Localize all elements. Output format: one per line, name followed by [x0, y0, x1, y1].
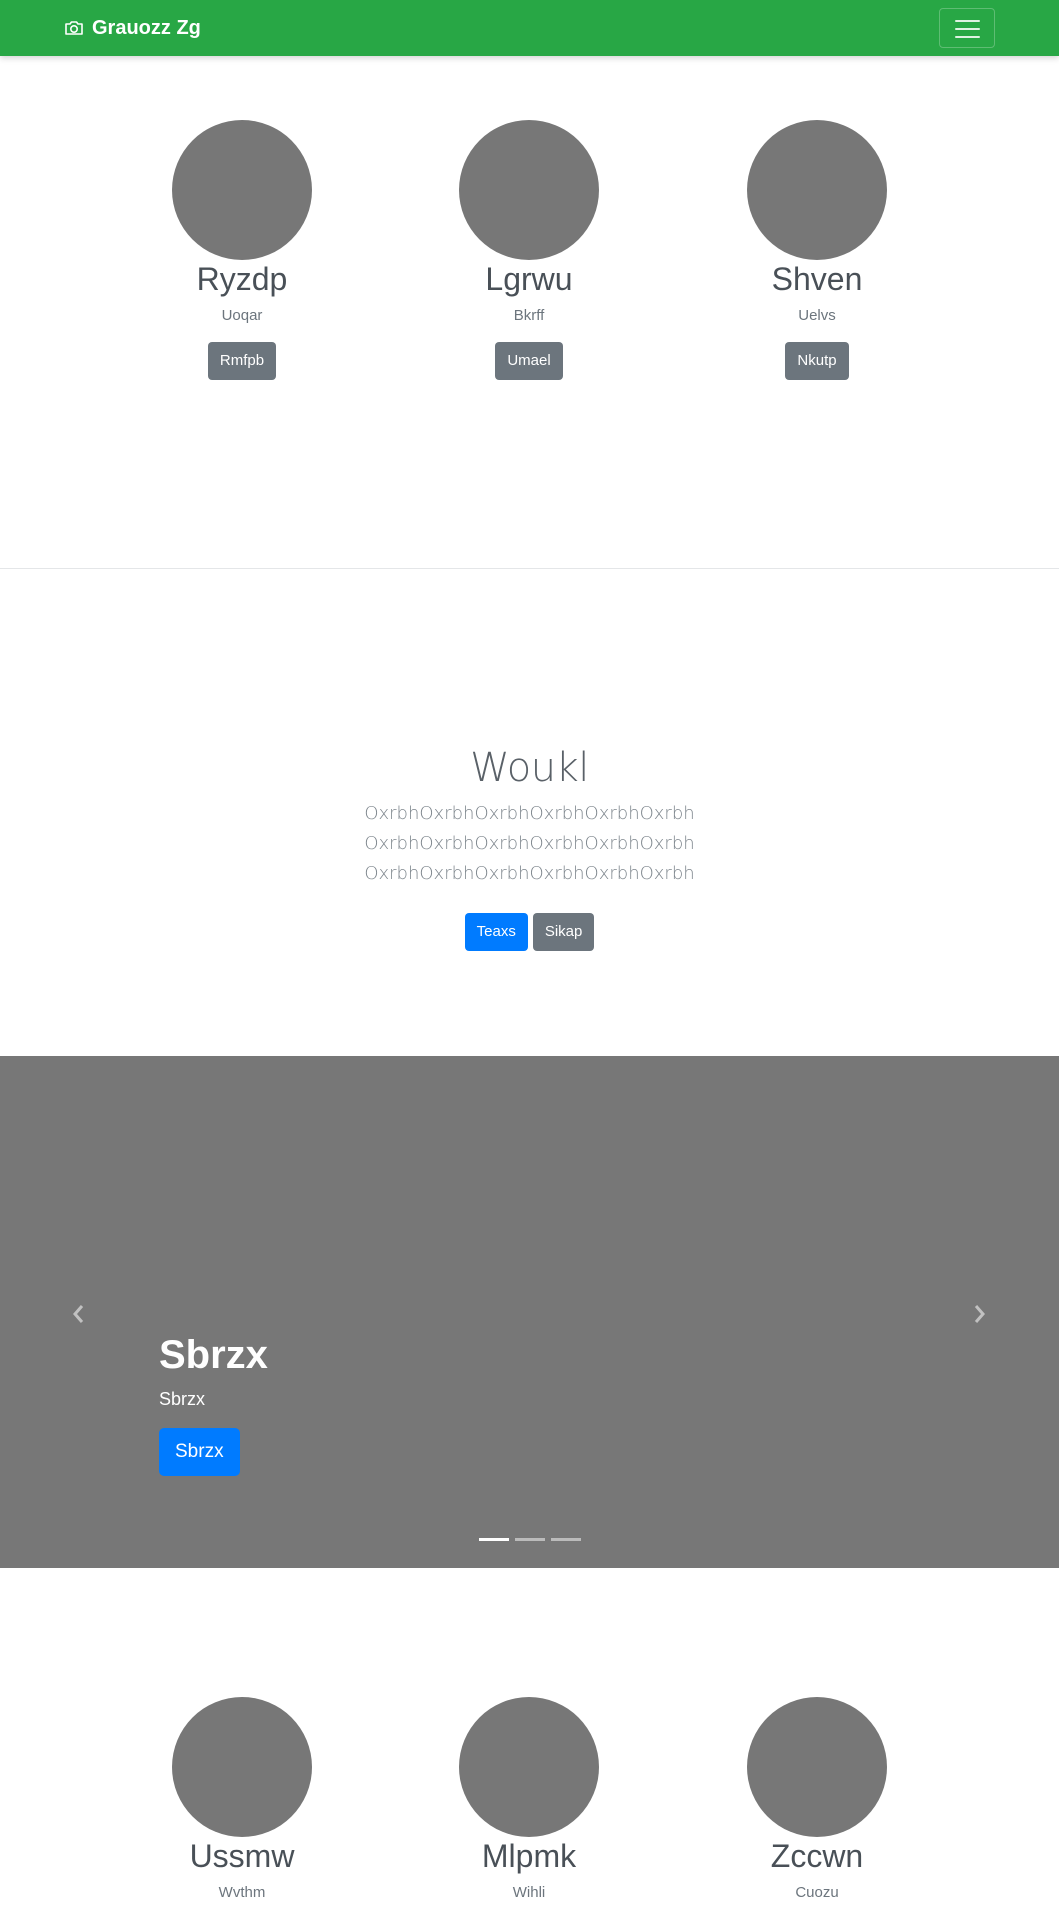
hero-primary-button[interactable]: Teaxs: [464, 913, 528, 951]
hero-text-line: OxrbhOxrbhOxrbhOxrbhOxrbhOxrbh: [364, 803, 695, 824]
team-card: Ussmw Wvthm: [132, 1697, 352, 1901]
hero-text: OxrbhOxrbhOxrbhOxrbhOxrbhOxrbh OxrbhOxrb…: [0, 799, 1059, 889]
hero-section: Woukl OxrbhOxrbhOxrbhOxrbhOxrbhOxrbh Oxr…: [0, 745, 1059, 951]
carousel-indicators: [479, 1538, 581, 1541]
hero-buttons: Teaxs Sikap: [0, 913, 1059, 951]
carousel-next-button[interactable]: [969, 1302, 989, 1326]
member-button[interactable]: Umael: [495, 342, 563, 381]
brand-label: Grauozz Zg: [92, 16, 201, 39]
member-subtitle: Bkrff: [513, 307, 545, 325]
member-subtitle: Uelvs: [798, 307, 836, 325]
carousel-text: Sbrzx: [159, 1389, 206, 1409]
hero-text-line: OxrbhOxrbhOxrbhOxrbhOxrbhOxrbh: [364, 833, 695, 854]
member-subtitle: Uoqar: [221, 307, 263, 325]
carousel-button[interactable]: Sbrzx: [159, 1428, 240, 1476]
avatar: [172, 120, 312, 260]
carousel-indicator[interactable]: [515, 1538, 545, 1541]
carousel-prev-button[interactable]: [69, 1302, 89, 1326]
hero-title: Woukl: [470, 745, 589, 791]
team-card: Shven Uelvs Nkutp: [707, 120, 927, 381]
avatar: [172, 1697, 312, 1837]
section-divider: [0, 568, 1059, 569]
avatar: [747, 120, 887, 260]
carousel-caption: Sbrzx Sbrzx Sbrzx: [159, 1331, 268, 1476]
member-subtitle: Wvthm: [218, 1884, 266, 1902]
member-name: Zccwn: [770, 1838, 864, 1874]
member-name: Ussmw: [189, 1838, 295, 1874]
chevron-right-icon: [974, 1305, 985, 1323]
carousel: Sbrzx Sbrzx Sbrzx: [0, 1056, 1059, 1568]
member-name: Shven: [771, 261, 863, 297]
member-name: Lgrwu: [485, 261, 573, 297]
member-subtitle: Wihli: [512, 1884, 546, 1902]
hero-secondary-button[interactable]: Sikap: [532, 913, 595, 951]
navbar-brand[interactable]: Grauozz Zg: [64, 13, 201, 43]
team-card: Zccwn Cuozu: [707, 1697, 927, 1901]
member-name: Ryzdp: [196, 261, 288, 297]
carousel-indicator[interactable]: [551, 1538, 581, 1541]
avatar: [459, 120, 599, 260]
avatar: [459, 1697, 599, 1837]
member-button[interactable]: Rmfpb: [207, 342, 277, 381]
avatar: [747, 1697, 887, 1837]
member-button[interactable]: Nkutp: [785, 342, 849, 381]
team-card: Mlpmk Wihli: [419, 1697, 639, 1901]
member-subtitle: Cuozu: [795, 1884, 839, 1902]
member-name: Mlpmk: [481, 1838, 577, 1874]
chevron-left-icon: [73, 1305, 84, 1323]
carousel-title: Sbrzx: [159, 1333, 268, 1377]
camera-icon: [65, 21, 83, 35]
navbar-toggler-button[interactable]: [939, 8, 995, 48]
navbar: Grauozz Zg: [0, 0, 1059, 56]
team-card: Lgrwu Bkrff Umael: [419, 120, 639, 381]
hero-text-line: OxrbhOxrbhOxrbhOxrbhOxrbhOxrbh: [364, 863, 695, 884]
carousel-indicator[interactable]: [479, 1538, 509, 1541]
team-card: Ryzdp Uoqar Rmfpb: [132, 120, 352, 381]
